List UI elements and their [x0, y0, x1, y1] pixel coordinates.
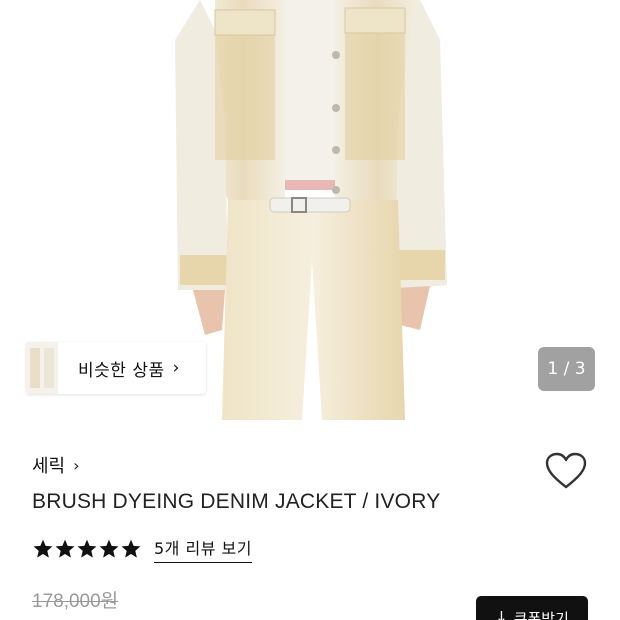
- product-image[interactable]: 비슷한 상품 › 1 / 3: [0, 0, 620, 420]
- similar-products-label: 비슷한 상품: [78, 360, 165, 381]
- coupon-button[interactable]: ↓ 쿠폰받기: [476, 596, 588, 620]
- chevron-right-icon: ›: [73, 455, 80, 475]
- star-icon: [77, 539, 97, 558]
- image-pager-indicator: 1 / 3: [538, 347, 595, 391]
- similar-product-thumbnail: [26, 342, 58, 394]
- rating-stars: [32, 538, 142, 560]
- download-arrow-icon: ↓: [495, 608, 508, 620]
- star-icon: [33, 539, 53, 558]
- review-link[interactable]: 5개 리뷰 보기: [154, 535, 252, 563]
- product-title: BRUSH DYEING DENIM JACKET / IVORY: [32, 490, 441, 513]
- star-icon: [121, 539, 141, 558]
- star-icon: [99, 539, 119, 558]
- rating-row: 5개 리뷰 보기: [32, 535, 252, 563]
- similar-products-button[interactable]: 비슷한 상품 ›: [26, 342, 206, 394]
- chevron-right-icon: ›: [172, 358, 180, 378]
- original-price: 178,000원: [32, 591, 119, 612]
- star-icon: [55, 539, 75, 558]
- brand-link[interactable]: 세릭 ›: [32, 452, 80, 478]
- brand-name: 세릭: [32, 456, 66, 477]
- coupon-label: 쿠폰받기: [513, 610, 569, 620]
- heart-icon[interactable]: [545, 452, 587, 490]
